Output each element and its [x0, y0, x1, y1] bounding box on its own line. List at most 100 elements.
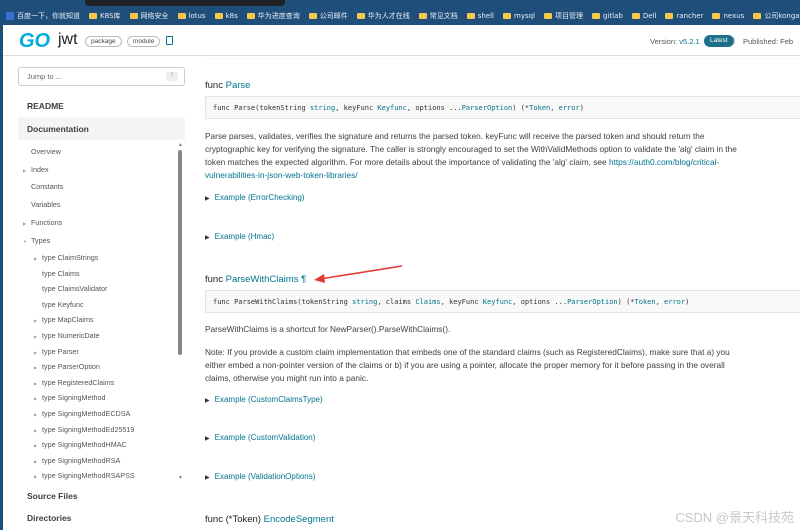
- example-errorchecking[interactable]: ▶ Example (ErrorChecking): [205, 193, 304, 202]
- sidebar-type-item[interactable]: type Keyfunc: [42, 300, 84, 309]
- expand-icon[interactable]: ▶: [34, 428, 37, 433]
- type-link[interactable]: error: [559, 104, 580, 112]
- sidebar-directories[interactable]: Directories: [27, 513, 71, 523]
- expand-icon[interactable]: ▶: [23, 168, 26, 173]
- bookmark-label: nexus: [723, 11, 745, 20]
- example-customclaimstype[interactable]: ▶ Example (CustomClaimsType): [205, 395, 323, 404]
- sidebar-readme[interactable]: README: [27, 101, 64, 111]
- sidebar-type-item[interactable]: type ClaimsValidator: [42, 284, 107, 293]
- sidebar-type-item[interactable]: type SigningMethodHMAC: [42, 440, 127, 449]
- expand-icon[interactable]: ▶: [34, 350, 37, 355]
- sidebar-item-index[interactable]: Index: [31, 165, 49, 174]
- type-link[interactable]: Keyfunc: [377, 104, 407, 112]
- folder-icon: [356, 12, 365, 19]
- sidebar-type-item[interactable]: type NumericDate: [42, 331, 100, 340]
- sidebar-type-item[interactable]: type MapClaims: [42, 315, 94, 324]
- folder-icon: [177, 12, 186, 19]
- expand-icon[interactable]: ▶: [34, 474, 37, 479]
- func-parse-link[interactable]: Parse: [226, 80, 251, 91]
- sidebar-documentation[interactable]: Documentation: [27, 124, 89, 134]
- bookmark-item[interactable]: 公司邮件: [308, 11, 348, 21]
- sidebar-item-types[interactable]: Types: [31, 236, 50, 245]
- sidebar-type-item[interactable]: type SigningMethod: [42, 393, 106, 402]
- expand-icon[interactable]: ▶: [23, 221, 26, 226]
- bookmark-item[interactable]: k8s: [214, 12, 238, 20]
- bookmark-item[interactable]: gitlab: [592, 12, 623, 20]
- code-text: ): [685, 298, 690, 306]
- bookmark-item[interactable]: 华为进度查询: [246, 11, 300, 21]
- expand-icon[interactable]: ▶: [34, 396, 37, 401]
- type-link[interactable]: Token: [635, 298, 656, 306]
- sidebar-type-item[interactable]: type SigningMethodRSAPSS: [42, 471, 135, 480]
- bookmark-label: 项目管理: [555, 11, 583, 20]
- bookmark-item[interactable]: Dell: [631, 12, 656, 20]
- bookmark-item[interactable]: 网络安全: [129, 11, 169, 21]
- bookmark-item[interactable]: lotus: [177, 12, 206, 20]
- sidebar-type-item[interactable]: type SigningMethodEd25519: [42, 425, 134, 434]
- bookmark-item[interactable]: 常见文档: [418, 11, 458, 21]
- func-encodesegment-link[interactable]: EncodeSegment: [264, 514, 334, 525]
- example-validationoptions[interactable]: ▶ Example (ValidationOptions): [205, 472, 315, 481]
- bookmark-item[interactable]: rancher: [665, 12, 703, 20]
- expand-icon[interactable]: ▶: [34, 318, 37, 323]
- sidebar-type-item[interactable]: type SigningMethodECDSA: [42, 409, 130, 418]
- expand-icon[interactable]: ▶: [34, 443, 37, 448]
- parsewithclaims-note: Note: If you provide a custom claim impl…: [205, 347, 730, 383]
- sidebar-scrollbar[interactable]: [178, 150, 182, 355]
- expand-icon[interactable]: ▶: [34, 365, 37, 370]
- type-link[interactable]: ParserOption: [567, 298, 618, 306]
- sidebar-source-files[interactable]: Source Files: [27, 491, 78, 501]
- type-link[interactable]: Token: [529, 104, 550, 112]
- type-link[interactable]: error: [664, 298, 685, 306]
- go-logo[interactable]: GO: [19, 30, 50, 53]
- code-text: ,: [655, 298, 665, 306]
- type-link[interactable]: string: [352, 298, 377, 306]
- bookmark-item[interactable]: K8S库: [89, 11, 121, 21]
- expand-icon[interactable]: ▶: [34, 412, 37, 417]
- version-link[interactable]: v5.2.1: [679, 37, 699, 46]
- type-link[interactable]: ParserOption: [462, 104, 513, 112]
- type-link[interactable]: Keyfunc: [483, 298, 513, 306]
- sidebar-type-item[interactable]: type SigningMethodRSA: [42, 456, 120, 465]
- bookmark-item[interactable]: 公司konga: [753, 11, 800, 21]
- anchor-link-icon[interactable]: ¶: [301, 274, 306, 285]
- scroll-down-icon[interactable]: ▼: [178, 475, 183, 481]
- bookmark-label: 常见文档: [429, 11, 458, 20]
- folder-icon: [503, 12, 511, 19]
- sidebar-item-constants[interactable]: Constants: [31, 182, 63, 191]
- func-keyword: func: [205, 80, 223, 91]
- bookmark-item[interactable]: nexus: [712, 12, 744, 20]
- window-frame: [0, 25, 3, 530]
- sidebar-item-functions[interactable]: Functions: [31, 218, 62, 227]
- bookmark-item[interactable]: 项目管理: [544, 11, 583, 21]
- expand-triangle-icon: ▶: [205, 196, 210, 202]
- func-parsewithclaims-link[interactable]: ParseWithClaims: [226, 274, 299, 285]
- sidebar-type-item[interactable]: type Claims: [42, 269, 80, 278]
- type-link[interactable]: string: [310, 104, 335, 112]
- expand-icon[interactable]: ▶: [34, 381, 37, 386]
- sidebar-item-variables[interactable]: Variables: [31, 200, 60, 209]
- scroll-up-icon[interactable]: ▲: [178, 142, 183, 148]
- sidebar-type-item[interactable]: type Parser: [42, 347, 79, 356]
- bookmark-item[interactable]: 华为人才在线: [356, 11, 410, 21]
- example-label: Example (ValidationOptions): [214, 472, 316, 481]
- folder-icon: [753, 12, 762, 19]
- type-link[interactable]: Claims: [415, 298, 440, 306]
- expand-icon[interactable]: ▶: [34, 459, 37, 464]
- sidebar-type-item[interactable]: type RegisteredClaims: [42, 378, 114, 387]
- folder-icon: [214, 12, 223, 19]
- bookmark-item[interactable]: 百度一下，你就知道: [6, 11, 80, 21]
- expand-icon[interactable]: ▶: [34, 256, 37, 261]
- sidebar-type-item[interactable]: type ParserOption: [42, 362, 100, 371]
- sidebar-type-item[interactable]: type ClaimStrings: [42, 253, 98, 262]
- bookmark-item[interactable]: shell: [466, 12, 494, 20]
- folder-icon: [631, 12, 640, 19]
- bookmark-item[interactable]: mysql: [503, 12, 535, 20]
- example-hmac[interactable]: ▶ Example (Hmac): [205, 232, 274, 241]
- collapse-icon[interactable]: ▼: [23, 239, 27, 244]
- jump-to-input[interactable]: Jump to ... f: [18, 67, 185, 86]
- copy-icon[interactable]: [166, 36, 173, 45]
- sidebar-item-overview[interactable]: Overview: [31, 147, 61, 156]
- expand-icon[interactable]: ▶: [34, 334, 37, 339]
- example-customvalidation[interactable]: ▶ Example (CustomValidation): [205, 433, 315, 442]
